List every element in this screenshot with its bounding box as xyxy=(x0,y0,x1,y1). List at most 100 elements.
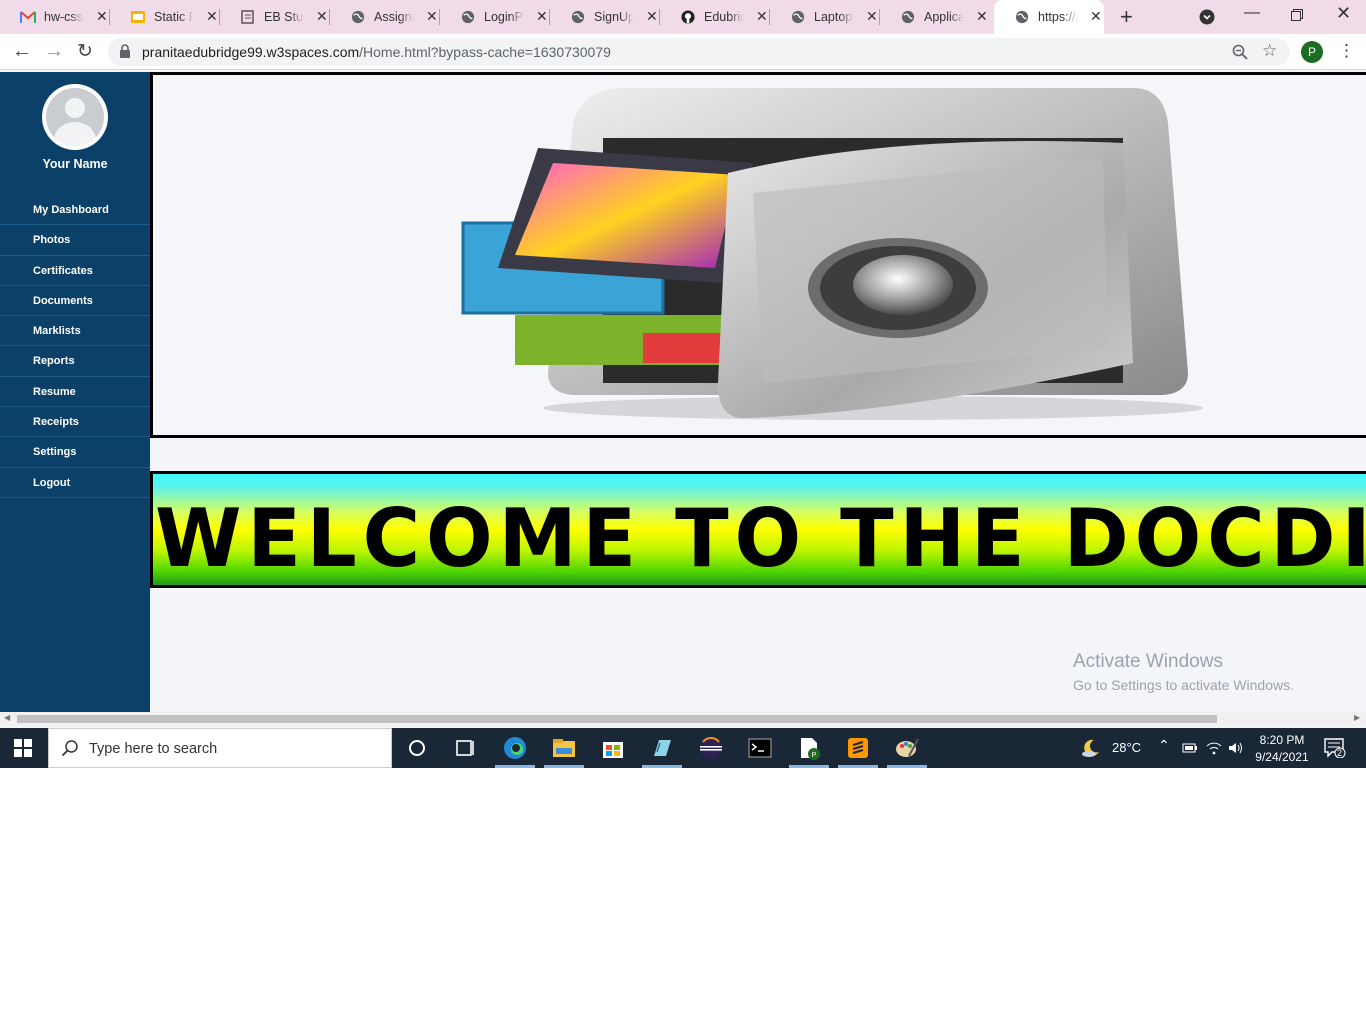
sidebar-item-documents[interactable]: Documents xyxy=(0,286,150,317)
profile-avatar[interactable]: P xyxy=(1301,41,1323,63)
globe-icon xyxy=(461,10,475,24)
zoom-icon[interactable] xyxy=(1232,44,1248,60)
restore-icon[interactable] xyxy=(1291,9,1303,21)
tab-static-pr[interactable]: Static Pr ✕ xyxy=(110,0,220,34)
url-text: pranitaedubridge99.w3spaces.com/Home.htm… xyxy=(142,44,611,60)
close-tab-icon[interactable]: ✕ xyxy=(316,8,328,25)
tab-title: SignUpF xyxy=(594,10,634,24)
gmail-icon xyxy=(20,11,36,23)
file-explorer-icon[interactable] xyxy=(551,736,577,760)
tab-assignment[interactable]: Assignm ✕ xyxy=(330,0,440,34)
address-bar[interactable]: pranitaedubridge99.w3spaces.com/Home.htm… xyxy=(108,38,1290,66)
chevron-up-icon[interactable]: ⌃ xyxy=(1158,737,1170,754)
windows-taskbar: Type here to search P 28°C ⌃ 8:20 PM 9/2… xyxy=(0,728,1366,768)
horizontal-scrollbar[interactable]: ◀ ▶ xyxy=(0,712,1366,726)
sidebar-item-my-dashboard[interactable]: My Dashboard xyxy=(0,195,150,226)
tab-title: EB Stude xyxy=(264,10,304,24)
tab-signup[interactable]: SignUpF ✕ xyxy=(550,0,660,34)
close-tab-icon[interactable]: ✕ xyxy=(646,8,658,25)
tab-laptop[interactable]: Laptop_ ✕ xyxy=(770,0,880,34)
minimize-icon[interactable]: — xyxy=(1244,4,1260,22)
url-path: /Home.html?bypass-cache=1630730079 xyxy=(359,44,611,60)
close-tab-icon[interactable]: ✕ xyxy=(976,8,988,25)
close-window-icon[interactable]: ✕ xyxy=(1336,3,1351,24)
battery-icon[interactable] xyxy=(1182,742,1198,754)
activate-windows-title: Activate Windows xyxy=(1073,651,1223,672)
globe-icon xyxy=(1015,10,1029,24)
scroll-right-arrow-icon[interactable]: ▶ xyxy=(1354,713,1360,722)
tab-active[interactable]: https://p ✕ xyxy=(994,0,1104,34)
notification-count: 2 xyxy=(1337,748,1343,758)
globe-icon xyxy=(571,10,585,24)
scroll-left-arrow-icon[interactable]: ◀ xyxy=(4,713,10,722)
forward-arrow-icon[interactable]: → xyxy=(44,40,64,63)
paint-app-icon[interactable] xyxy=(894,736,920,760)
speaker-icon[interactable] xyxy=(1228,741,1244,755)
taskbar-active-indicator xyxy=(789,765,829,768)
tab-title: LoginPa xyxy=(484,10,524,24)
url-host: pranitaedubridge99.w3spaces.com xyxy=(142,44,360,60)
sidebar-item-photos[interactable]: Photos xyxy=(0,225,150,256)
document-viewer-icon[interactable]: P xyxy=(796,736,822,760)
sidebar-item-receipts[interactable]: Receipts xyxy=(0,407,150,438)
user-avatar[interactable] xyxy=(42,84,108,150)
close-tab-icon[interactable]: ✕ xyxy=(1090,8,1102,25)
weather-temperature[interactable]: 28°C xyxy=(1112,740,1141,755)
hero-image-panel xyxy=(150,72,1366,438)
sidebar-item-settings[interactable]: Settings xyxy=(0,437,150,468)
close-tab-icon[interactable]: ✕ xyxy=(866,8,878,25)
weather-moon-icon[interactable] xyxy=(1080,737,1102,759)
close-tab-icon[interactable]: ✕ xyxy=(206,8,218,25)
taskbar-clock[interactable]: 8:20 PM 9/24/2021 xyxy=(1252,732,1312,766)
cortana-icon[interactable] xyxy=(404,736,430,760)
github-icon xyxy=(681,10,695,24)
task-view-icon[interactable] xyxy=(452,736,478,760)
browser-toolbar: ← → ↻ pranitaedubridge99.w3spaces.com/Ho… xyxy=(0,34,1366,70)
command-prompt-icon[interactable] xyxy=(747,736,773,760)
taskbar-active-indicator xyxy=(495,765,535,768)
close-tab-icon[interactable]: ✕ xyxy=(96,8,108,25)
search-placeholder: Type here to search xyxy=(89,741,218,757)
sidebar-item-reports[interactable]: Reports xyxy=(0,346,150,377)
taskbar-active-indicator xyxy=(642,765,682,768)
edge-browser-icon[interactable] xyxy=(502,736,528,760)
welcome-banner-text: WELCOME TO THE DOCDIARY xyxy=(155,492,1366,585)
sidebar-item-certificates[interactable]: Certificates xyxy=(0,256,150,286)
microsoft-store-icon[interactable] xyxy=(600,736,626,760)
windows-start-icon[interactable] xyxy=(14,739,32,757)
eclipse-ide-icon[interactable] xyxy=(698,736,724,760)
clock-date: 9/24/2021 xyxy=(1255,750,1309,764)
tab-eb-student[interactable]: EB Stude ✕ xyxy=(220,0,330,34)
sidebar-item-marklists[interactable]: Marklists xyxy=(0,316,150,347)
search-icon xyxy=(61,740,78,757)
reload-icon[interactable]: ↻ xyxy=(77,40,93,63)
close-tab-icon[interactable]: ✕ xyxy=(426,8,438,25)
taskbar-active-indicator xyxy=(887,765,927,768)
notepad-app-icon[interactable] xyxy=(649,736,675,760)
tab-application[interactable]: Applicat ✕ xyxy=(880,0,990,34)
wifi-icon[interactable] xyxy=(1206,741,1222,755)
tab-search-icon[interactable] xyxy=(1199,9,1215,25)
book-icon xyxy=(241,10,254,24)
globe-icon xyxy=(791,10,805,24)
lock-icon[interactable] xyxy=(120,44,130,58)
sublime-text-icon[interactable] xyxy=(845,736,871,760)
tab-gmail[interactable]: hw-css-f ✕ xyxy=(0,0,110,34)
tab-loginpage[interactable]: LoginPa ✕ xyxy=(440,0,550,34)
taskbar-active-indicator xyxy=(838,765,878,768)
back-arrow-icon[interactable]: ← xyxy=(12,40,32,63)
close-tab-icon[interactable]: ✕ xyxy=(536,8,548,25)
browser-menu-icon[interactable]: ⋮ xyxy=(1338,41,1355,61)
sidebar-item-resume[interactable]: Resume xyxy=(0,377,150,408)
notification-center-icon[interactable] xyxy=(1324,738,1346,758)
scrollbar-thumb[interactable] xyxy=(17,715,1217,723)
taskbar-search-box[interactable]: Type here to search xyxy=(48,728,392,768)
sidebar-item-logout[interactable]: Logout xyxy=(0,468,150,498)
tab-edubridge[interactable]: Edubridg ✕ xyxy=(660,0,770,34)
close-tab-icon[interactable]: ✕ xyxy=(756,8,768,25)
taskbar-active-indicator xyxy=(544,765,584,768)
tab-title: https://p xyxy=(1038,10,1078,24)
new-tab-button[interactable]: + xyxy=(1120,4,1133,30)
bookmark-star-icon[interactable]: ☆ xyxy=(1262,41,1277,61)
tab-title: Applicat xyxy=(924,10,964,24)
